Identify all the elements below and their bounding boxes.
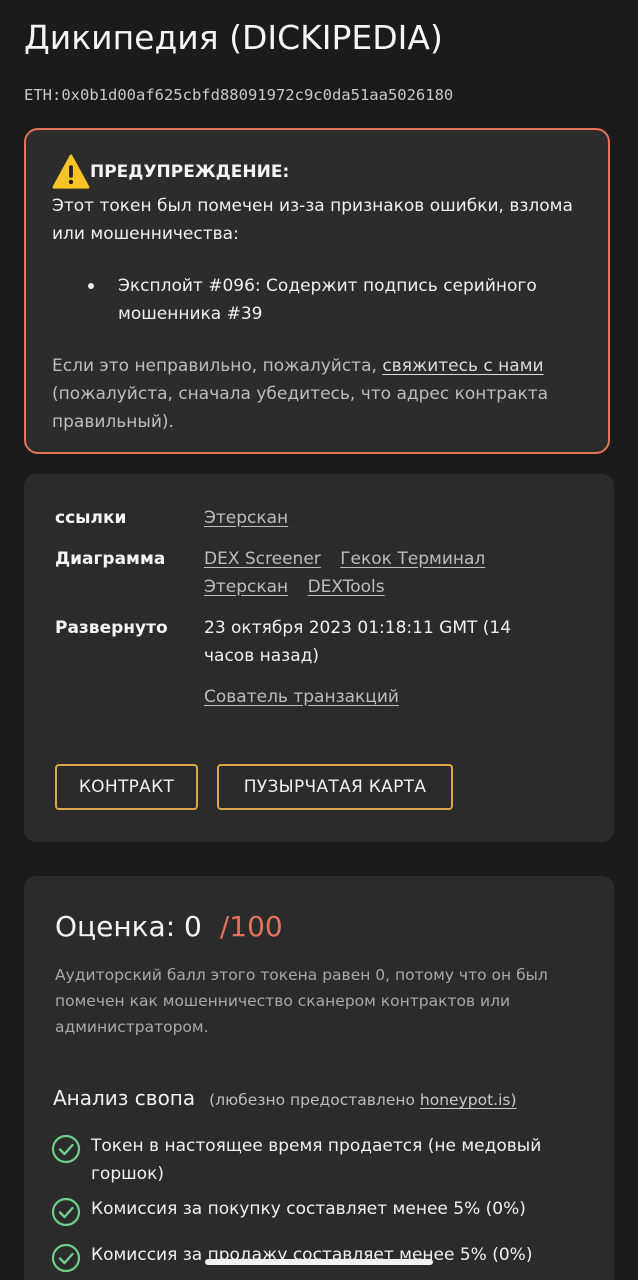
score-value: Оценка: 0 [55,910,202,943]
warning-footer: Если это неправильно, пожалуйста, свяжит… [52,352,582,436]
swap-credit-text: (любезно предоставлено [209,1091,420,1109]
etherscan-link[interactable]: Этерскан [204,508,288,528]
check-text: Токен в настоящее время продается (не ме… [91,1136,542,1184]
contact-us-link[interactable]: свяжитесь с нами [382,356,543,376]
page: Дикипедия (DICKIPEDIA) ETH:0x0b1d00af625… [0,0,638,1280]
tx-row: Сователь транзакций [204,683,413,711]
dextools-link[interactable]: DEXTools [308,577,385,597]
swap-credit: (любезно предоставлено honeypot.is) [209,1091,516,1109]
honeypot-link[interactable]: honeypot.is) [420,1091,517,1109]
swap-analysis-title: Анализ свопа (любезно предоставлено honey… [53,1086,517,1110]
dex-screener-link[interactable]: DEX Screener [204,549,321,569]
check-circle-icon [51,1243,81,1273]
chart-label: Диаграмма [55,549,166,569]
info-card: ссылки Этерскан Диаграмма DEX Screener Г… [24,474,614,842]
warning-heading: ПРЕДУПРЕЖДЕНИЕ: [90,162,290,182]
warning-icon [52,154,90,189]
check-text: Комиссия за покупку составляет менее 5% … [91,1199,526,1219]
score-card: Оценка: 0/100 Аудиторский балл этого ток… [24,876,614,1280]
page-title: Дикипедия (DICKIPEDIA) [24,18,443,57]
deployed-label: Развернуто [55,618,168,638]
gecko-terminal-link[interactable]: Гекок Терминал [340,549,485,569]
links-label: ссылки [55,508,127,528]
warning-footer-text: Если это неправильно, пожалуйста, [52,356,383,376]
bubble-map-button[interactable]: ПУЗЫРЧАТАЯ КАРТА [217,764,453,810]
home-indicator[interactable] [205,1259,433,1265]
warning-bullet: Эксплойт #096: Содержит подпись серийног… [118,276,537,324]
bullet-dot [88,283,94,289]
links-row: Этерскан [204,504,302,532]
score-line: Оценка: 0/100 [55,910,283,943]
score-description: Аудиторский балл этого токена равен 0, п… [55,966,548,1036]
chart-etherscan-link[interactable]: Этерскан [204,577,288,597]
score-max: /100 [219,910,283,943]
swap-title-text: Анализ свопа [53,1086,196,1110]
warning-footer-note: (пожалуйста, сначала убедитесь, что адре… [52,384,549,432]
check-circle-icon [51,1197,81,1227]
contract-button[interactable]: КОНТРАКТ [55,764,198,810]
deployed-value: 23 октября 2023 01:18:11 GMT (14 часов н… [204,618,512,666]
warning-box: ПРЕДУПРЕЖДЕНИЕ: Этот токен был помечен и… [24,128,610,454]
warning-text: Этот токен был помечен из-за признаков о… [52,196,573,244]
tx-creator-link[interactable]: Сователь транзакций [204,687,399,707]
chart-links-row: DEX Screener Гекок Терминал Этерскан DEX… [204,545,534,601]
check-circle-icon [51,1134,81,1164]
contract-address[interactable]: ETH:0x0b1d00af625cbfd88091972c9c0da51aa5… [24,86,453,104]
